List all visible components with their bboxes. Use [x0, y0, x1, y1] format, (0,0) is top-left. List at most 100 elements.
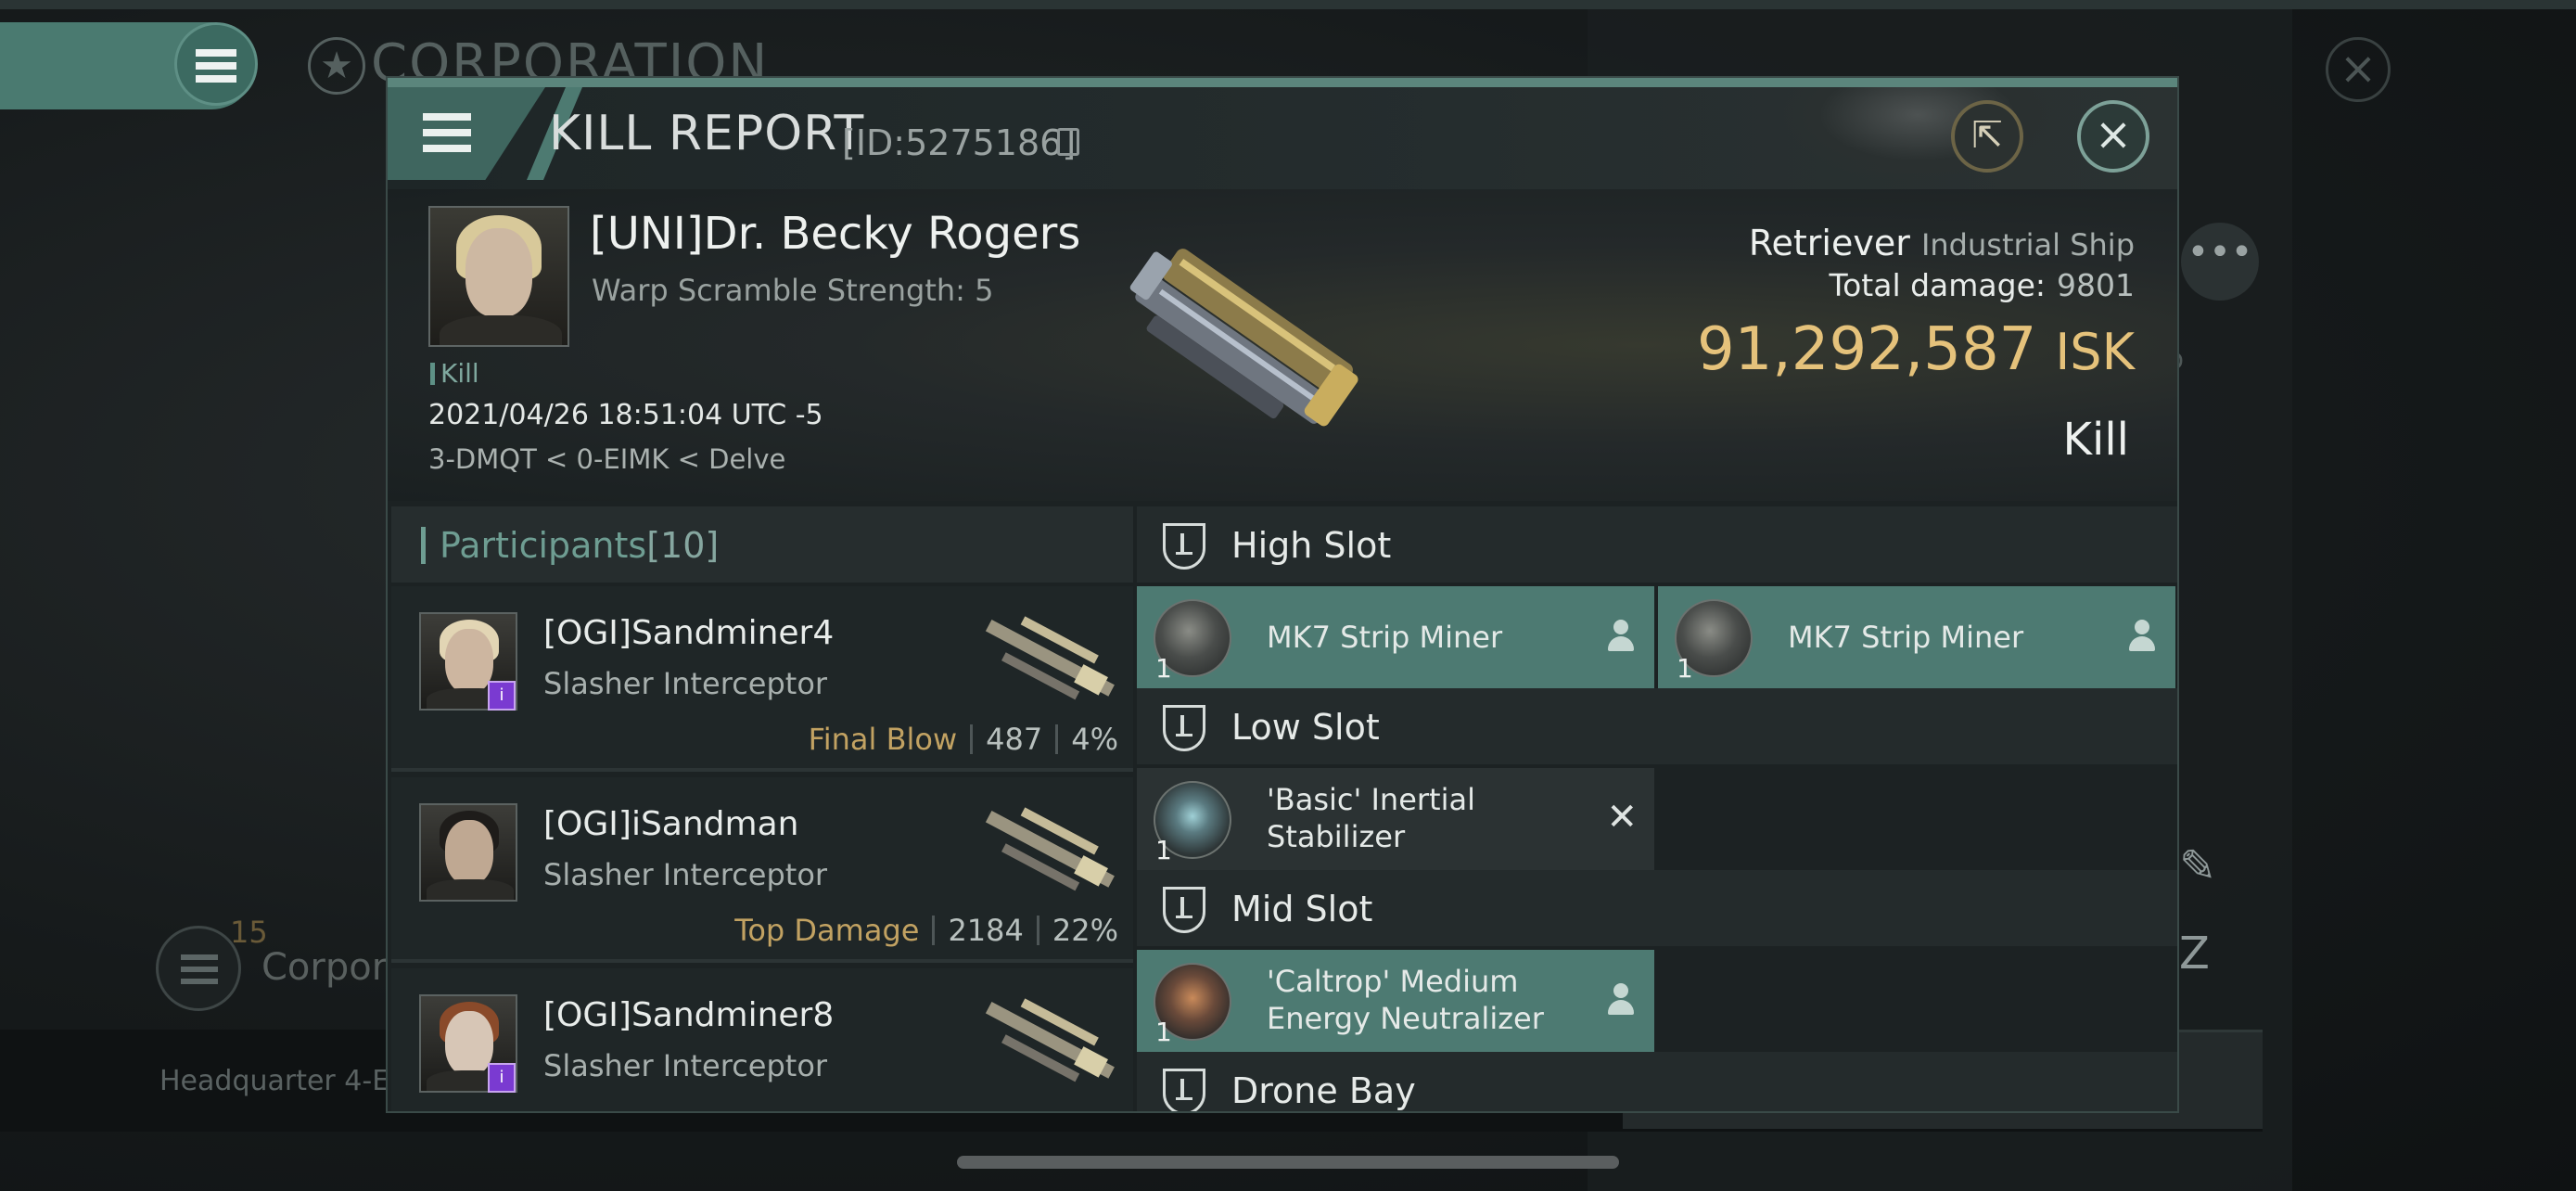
person-body [1608, 636, 1634, 651]
module-quantity: 1 [1155, 835, 1172, 865]
copy-icon[interactable] [1057, 128, 1079, 156]
participant-ship: Slasher Interceptor [543, 1048, 828, 1083]
high-slot-icon [1163, 523, 1205, 570]
participant-name: [OGI]iSandman [543, 805, 799, 843]
close-icon[interactable]: × [2077, 100, 2149, 173]
total-damage: Total damage: 9801 [1830, 267, 2135, 303]
drone-bay-icon [1163, 1069, 1205, 1111]
main-menu-button[interactable] [174, 22, 258, 106]
hamburger-icon [196, 49, 236, 83]
top-damage-label: Top Damage [734, 913, 920, 948]
module-quantity: 1 [1155, 1017, 1172, 1047]
background-close-icon[interactable]: × [2326, 37, 2391, 102]
kill-location[interactable]: 3-DMQT < 0-EIMK < Delve [428, 443, 785, 475]
participant-damage: 487 [986, 722, 1043, 757]
module-name: MK7 Strip Miner [1788, 620, 2024, 655]
modal-title: KILL REPORT [549, 106, 865, 161]
module-item[interactable]: 1 'Caltrop' Medium Energy Neutralizer [1137, 950, 1654, 1052]
participants-header: Participants[10] [391, 506, 1133, 583]
victim-avatar[interactable] [428, 206, 569, 347]
stat-separator [1055, 724, 1059, 754]
isk-unit: ISK [2055, 323, 2135, 381]
dropped-person-icon [1606, 620, 1634, 653]
participant-percent: 4% [1071, 722, 1118, 757]
participant-avatar [419, 803, 517, 902]
total-damage-value: 9801 [2057, 267, 2135, 303]
low-slot-label: Low Slot [1231, 707, 1380, 748]
edit-icon[interactable]: ✎ [2179, 840, 2229, 892]
corporation-menu-button[interactable] [156, 926, 241, 1011]
retriever-ship-image[interactable] [1102, 213, 1380, 464]
avatar-face [445, 820, 493, 885]
slasher-ship-image [985, 998, 1115, 1082]
slasher-ship-image [985, 807, 1115, 891]
participant-percent: 22% [1052, 913, 1118, 948]
module-quantity: 1 [1677, 653, 1693, 684]
kill-date: 2021/04/26 18:51:04 UTC -5 [428, 399, 823, 431]
module-item[interactable]: 1 MK7 Strip Miner [1658, 586, 2175, 688]
drone-bay-header: Drone Bay [1137, 1052, 2177, 1111]
victim-panel: [UNI]Dr. Becky Rogers Warp Scramble Stre… [388, 189, 2177, 501]
kill-report-modal: KILL REPORT [ID:5275186] ⇱ × [UNI]Dr. Be… [386, 76, 2179, 1113]
headquarter-label: Headquarter 4-El [159, 1065, 398, 1097]
modal-accent-line [388, 78, 2177, 87]
person-body [2129, 636, 2155, 651]
dropped-person-icon [2127, 620, 2155, 653]
stat-separator [932, 916, 936, 945]
module-quantity: 1 [1155, 653, 1172, 684]
participants-accent-bar [421, 527, 426, 564]
modal-menu-button[interactable] [388, 87, 545, 180]
participants-count: [10] [646, 525, 720, 566]
module-name: 'Basic' Inertial Stabilizer [1267, 782, 1475, 854]
stat-separator [1036, 916, 1039, 945]
module-name: MK7 Strip Miner [1267, 620, 1503, 655]
ship-name[interactable]: Retriever Industrial Ship [1749, 223, 2135, 263]
dropped-person-icon [1606, 983, 1634, 1017]
sort-settings-icon[interactable]: Z [2179, 928, 2235, 983]
corp-badge-icon: i [488, 681, 516, 711]
hamburger-icon [423, 113, 471, 152]
more-options-icon[interactable]: ••• [2181, 223, 2259, 301]
participant-row[interactable]: i [OGI]Sandminer8 Slasher Interceptor [391, 968, 1133, 1111]
mid-slot-header: Mid Slot [1137, 870, 2177, 946]
result-label: Kill [2062, 414, 2129, 466]
person-head [1613, 620, 1628, 634]
person-head [1613, 983, 1628, 998]
home-indicator[interactable] [957, 1156, 1619, 1169]
share-export-icon[interactable]: ⇱ [1951, 100, 2023, 173]
isk-amount: 91,292,587 [1696, 315, 2037, 384]
participant-stats: Final Blow 487 4% [809, 722, 1118, 757]
module-item[interactable]: 1 MK7 Strip Miner [1137, 586, 1654, 688]
kill-tag: Kill [430, 358, 479, 389]
avatar-face [465, 228, 532, 317]
participant-row[interactable]: [OGI]iSandman Slasher Interceptor Top Da… [391, 777, 1133, 963]
participant-name: [OGI]Sandminer8 [543, 996, 835, 1034]
participants-label-wrap: Participants[10] [440, 525, 719, 566]
participant-stats: Top Damage 2184 22% [734, 913, 1118, 948]
mid-slot-icon [1163, 887, 1205, 933]
low-slot-icon [1163, 705, 1205, 751]
person-head [2135, 620, 2149, 634]
mid-slot-label: Mid Slot [1231, 889, 1373, 929]
victim-subtitle: Warp Scramble Strength: 5 [592, 273, 994, 308]
module-name: 'Caltrop' Medium Energy Neutralizer [1267, 964, 1544, 1036]
corporation-count: 15 [230, 915, 268, 950]
participant-damage: 2184 [948, 913, 1024, 948]
status-strip [0, 0, 2576, 9]
participant-name: [OGI]Sandminer4 [543, 614, 835, 652]
hamburger-icon [181, 954, 218, 984]
final-blow-label: Final Blow [808, 722, 958, 757]
kill-id: [ID:5275186] [842, 122, 1077, 163]
participant-ship: Slasher Interceptor [543, 666, 828, 701]
module-item[interactable]: 1 'Basic' Inertial Stabilizer ✕ [1137, 768, 1654, 870]
corp-badge-icon: i [488, 1063, 516, 1093]
avatar-body [427, 879, 514, 900]
high-slot-label: High Slot [1231, 525, 1392, 566]
participant-row[interactable]: i [OGI]Sandminer4 Slasher Interceptor Fi… [391, 586, 1133, 772]
avatar-body [440, 315, 562, 345]
ship-name-text: Retriever [1748, 223, 1910, 263]
victim-name[interactable]: [UNI]Dr. Becky Rogers [590, 208, 1080, 260]
destroyed-x-icon: ✕ [1606, 796, 1638, 839]
modal-header: KILL REPORT [ID:5275186] ⇱ × [388, 87, 2177, 189]
high-slot-header: High Slot [1137, 506, 2177, 583]
